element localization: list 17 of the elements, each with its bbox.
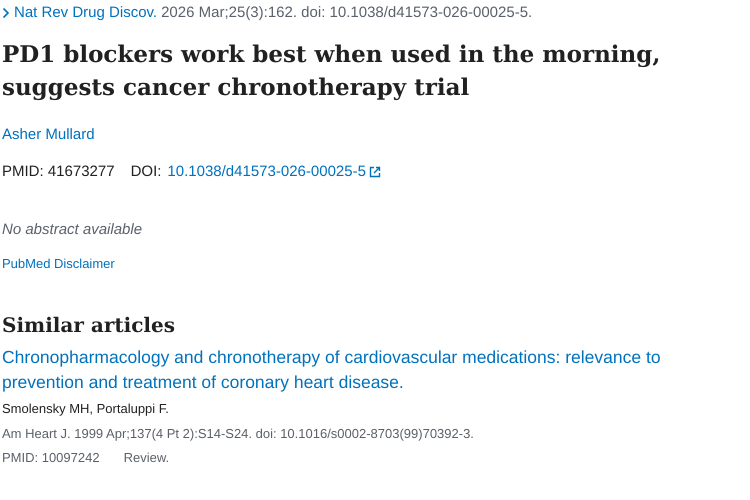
disclaimer-link[interactable]: PubMed Disclaimer bbox=[2, 254, 750, 273]
article-link[interactable]: Chronopharmacology and chronotherapy of cardiovascular medications: relevance to prevention and treatment of coronary heart disease. bbox=[2, 345, 732, 395]
no-abstract-note: No abstract available bbox=[2, 220, 144, 240]
doi-link[interactable]: 10.1038/d41573-026-00025-5 bbox=[167, 160, 366, 183]
external-link-icon bbox=[368, 166, 381, 178]
citation-details: 2026 Mar;25(3):162. doi: 10.1038/d41573-026-00025-5. bbox=[161, 3, 532, 23]
section-heading: Similar articles bbox=[2, 312, 176, 339]
article-pmid: PMID: 10097242 bbox=[2, 449, 100, 467]
chevron-right-icon bbox=[2, 7, 10, 19]
doi-label: DOI: bbox=[130, 162, 162, 182]
article-type: Review. bbox=[124, 449, 170, 467]
article-title: PD1 blockers work best when used in the morning, suggests cancer chronotherapy trial bbox=[2, 40, 662, 103]
pmid-label: PMID: 41673277 bbox=[2, 162, 115, 182]
article-authors: Smolensky MH, Portaluppi F. bbox=[2, 400, 170, 418]
journal-link[interactable]: Nat Rev Drug Discov. bbox=[14, 2, 158, 24]
article-source: Am Heart J. 1999 Apr;137(4 Pt 2):S14-S24. doi: 10.1016/s0002-8703(99)70392-3. bbox=[2, 424, 475, 443]
author-link[interactable]: Asher Mullard bbox=[2, 124, 95, 146]
